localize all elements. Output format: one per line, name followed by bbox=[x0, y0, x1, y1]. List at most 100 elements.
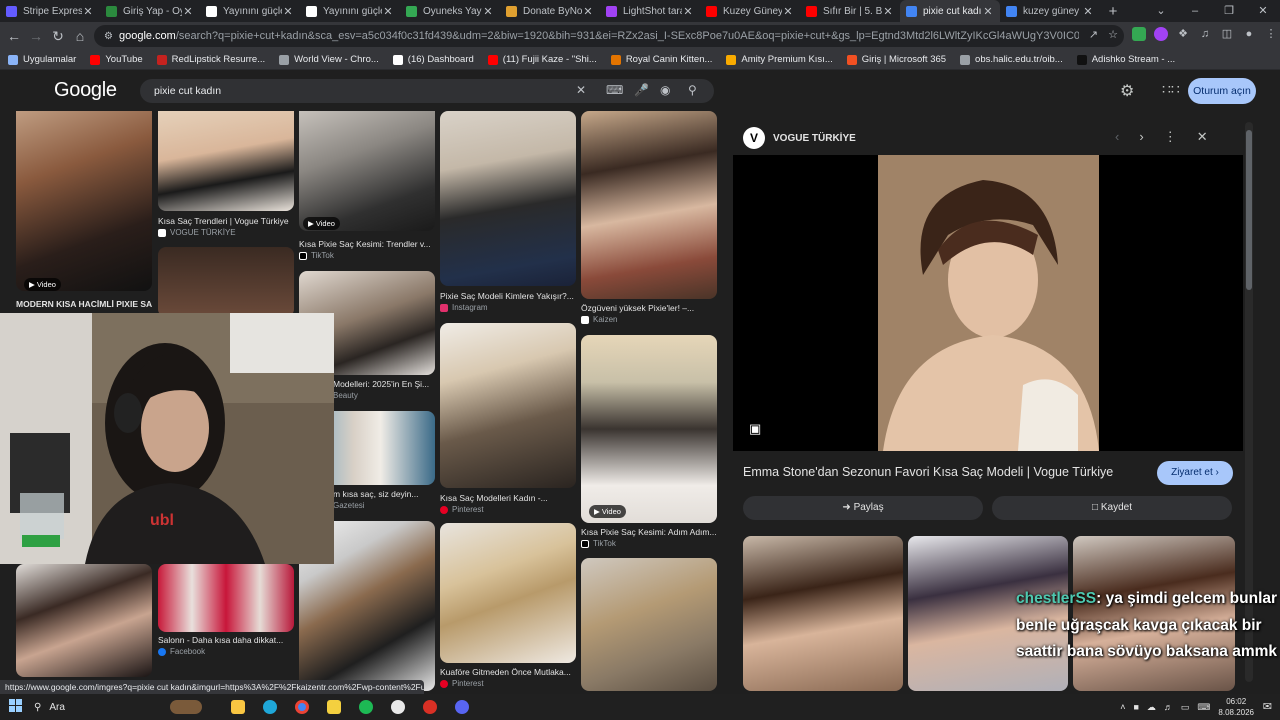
tab-3[interactable]: Yayınını güçlend✕ bbox=[200, 0, 300, 22]
side-panel-icon[interactable]: ◫ bbox=[1220, 27, 1234, 41]
maximize-icon[interactable]: ❐ bbox=[1212, 0, 1246, 22]
keyboard-icon[interactable]: ⌨ bbox=[606, 83, 623, 97]
result-card[interactable]: Kısa Saç Modelleri Kadın -... Pinterest bbox=[440, 323, 576, 514]
taskbar-search[interactable]: ⚲ Ara bbox=[30, 702, 170, 713]
tray-network-icon[interactable]: ☁ bbox=[1147, 702, 1156, 713]
extension-purple-icon[interactable] bbox=[1154, 27, 1168, 41]
result-card[interactable]: ▶ Video Kısa Pixie Saç Kesimi: Trendler … bbox=[299, 111, 435, 266]
lens-icon[interactable]: ◉ bbox=[660, 83, 670, 97]
sign-in-button[interactable]: Oturum açın bbox=[1188, 78, 1256, 104]
tray-chevron-icon[interactable]: ˄ bbox=[1120, 702, 1125, 712]
bookmark-item[interactable]: Amity Premium Kısı... bbox=[726, 54, 833, 65]
result-card[interactable] bbox=[581, 558, 717, 691]
tab-5[interactable]: Oyuneks Yayınc✕ bbox=[400, 0, 500, 22]
google-logo[interactable]: Google bbox=[54, 79, 117, 102]
result-image[interactable] bbox=[581, 335, 717, 523]
tab-9[interactable]: Sıfır Bir | 5. Bölü✕ bbox=[800, 0, 900, 22]
bookmark-item[interactable]: World View - Chro... bbox=[279, 54, 379, 65]
window-close-icon[interactable]: ✕ bbox=[1246, 0, 1280, 22]
tab-7[interactable]: LightShot tarafı✕ bbox=[600, 0, 700, 22]
search-icon[interactable]: ⚲ bbox=[688, 83, 697, 97]
result-card[interactable]: Salonn - Daha kısa daha dikkat... Facebo… bbox=[158, 564, 294, 664]
more-vert-icon[interactable]: ⋮ bbox=[1164, 129, 1177, 145]
result-card[interactable]: Kuaföre Gitmeden Önce Mutlaka... Pintere… bbox=[440, 523, 576, 691]
preview-title[interactable]: Emma Stone'dan Sezonun Favori Kısa Saç M… bbox=[743, 465, 1113, 479]
result-title[interactable]: m kısa saç, siz deyin... bbox=[333, 489, 435, 499]
lens-search-icon[interactable]: ▣ bbox=[749, 421, 761, 437]
visit-button[interactable]: Ziyaret et › bbox=[1157, 461, 1233, 485]
address-bar[interactable]: ⚙ google.com/search?q=pixie+cut+kadın&sc… bbox=[94, 25, 1124, 47]
preview-image[interactable] bbox=[733, 155, 1243, 451]
bookmark-item[interactable]: RedLipstick Resurre... bbox=[156, 54, 265, 65]
close-icon[interactable]: ✕ bbox=[1197, 129, 1208, 145]
tab-close-icon[interactable]: ✕ bbox=[982, 5, 994, 18]
notes-icon[interactable] bbox=[318, 700, 350, 714]
task-view-icon[interactable] bbox=[170, 700, 202, 714]
tab-8[interactable]: Kuzey Güney 4.✕ bbox=[700, 0, 800, 22]
result-title[interactable]: Kısa Saç Trendleri | Vogue Türkiye bbox=[158, 216, 294, 226]
app-red-icon[interactable] bbox=[414, 700, 446, 714]
file-explorer-icon[interactable] bbox=[222, 700, 254, 714]
result-image[interactable] bbox=[440, 111, 576, 286]
spotify-icon[interactable] bbox=[350, 700, 382, 714]
result-image[interactable] bbox=[158, 111, 294, 211]
back-icon[interactable]: ← bbox=[3, 28, 25, 44]
tray-app-icon[interactable]: ■ bbox=[1133, 702, 1138, 712]
result-title[interactable]: Kuaföre Gitmeden Önce Mutlaka... bbox=[440, 667, 576, 677]
bookmark-item[interactable]: YouTube bbox=[90, 54, 143, 65]
windows-start-icon[interactable] bbox=[0, 699, 30, 715]
edge-icon[interactable] bbox=[254, 700, 286, 714]
tab-11[interactable]: kuzey güney - G✕ bbox=[1000, 0, 1100, 22]
extension-shield-icon[interactable] bbox=[1132, 27, 1146, 41]
clear-icon[interactable]: ✕ bbox=[576, 83, 586, 97]
notifications-icon[interactable]: ✉ bbox=[1263, 700, 1272, 713]
bookmark-item[interactable]: (11) Fujii Kaze - "Shi... bbox=[487, 54, 597, 65]
chevron-left-icon[interactable]: ‹ bbox=[1115, 129, 1119, 145]
bookmark-item[interactable]: Uygulamalar bbox=[8, 54, 76, 65]
tab-1[interactable]: Stripe Express ✕ bbox=[0, 0, 100, 22]
result-image[interactable] bbox=[16, 564, 152, 677]
panel-source[interactable]: V VOGUE TÜRKİYE bbox=[743, 127, 856, 149]
result-image[interactable] bbox=[158, 564, 294, 632]
result-card[interactable]: ▶ Video Kısa Pixie Saç Kesimi: Adım Adım… bbox=[581, 335, 717, 550]
forward-icon[interactable]: → bbox=[25, 28, 47, 44]
tab-6[interactable]: Donate ByNoGa✕ bbox=[500, 0, 600, 22]
tab-close-icon[interactable]: ✕ bbox=[582, 5, 594, 18]
result-image[interactable] bbox=[158, 247, 294, 317]
tab-close-icon[interactable]: ✕ bbox=[482, 5, 494, 18]
tab-close-icon[interactable]: ✕ bbox=[82, 5, 94, 18]
result-title[interactable]: Özgüveni yüksek Pixie'ler! –... bbox=[581, 303, 717, 313]
result-card[interactable]: Özgüveni yüksek Pixie'ler! –... Kaizen bbox=[581, 111, 717, 329]
result-image[interactable] bbox=[440, 523, 576, 663]
tab-close-icon[interactable]: ✕ bbox=[182, 5, 194, 18]
result-image[interactable] bbox=[581, 111, 717, 299]
browser-menu-icon[interactable]: ⋮ bbox=[1264, 27, 1278, 41]
address-url[interactable]: google.com/search?q=pixie+cut+kadın&sca_… bbox=[119, 30, 1079, 42]
result-image[interactable] bbox=[581, 558, 717, 691]
tab-close-icon[interactable]: ✕ bbox=[682, 5, 694, 18]
volume-icon[interactable]: ♬ bbox=[1164, 702, 1173, 712]
new-tab-button[interactable]: + bbox=[1100, 3, 1126, 20]
result-card[interactable] bbox=[158, 247, 294, 317]
result-title[interactable]: Modelleri: 2025'in En Şi... bbox=[333, 379, 435, 389]
tab-close-icon[interactable]: ✕ bbox=[782, 5, 794, 18]
tab-2[interactable]: Giriş Yap - Oyun✕ bbox=[100, 0, 200, 22]
home-icon[interactable]: ⌂ bbox=[69, 28, 91, 44]
scrollbar-thumb[interactable] bbox=[1246, 130, 1252, 290]
tab-close-icon[interactable]: ✕ bbox=[282, 5, 294, 18]
extensions-puzzle-icon[interactable]: ❖ bbox=[1176, 27, 1190, 41]
bookmark-item[interactable]: obs.halic.edu.tr/oib... bbox=[960, 54, 1063, 65]
result-image[interactable] bbox=[440, 323, 576, 488]
result-title[interactable]: Kısa Pixie Saç Kesimi: Trendler v... bbox=[299, 239, 435, 249]
bookmark-item[interactable]: (16) Dashboard bbox=[392, 54, 474, 65]
profile-icon[interactable]: ● bbox=[1242, 27, 1256, 41]
search-box[interactable]: pixie cut kadın ✕ ⌨ 🎤 ◉ ⚲ bbox=[140, 79, 714, 103]
bookmark-item[interactable]: Giriş | Microsoft 365 bbox=[846, 54, 946, 65]
clock[interactable]: 06:02 8.08.2026 bbox=[1218, 696, 1254, 718]
result-card[interactable]: ▶ Video MODERN KISA HACİMLİ PIXIE SA... bbox=[16, 111, 152, 311]
result-title[interactable]: Kısa Saç Modelleri Kadın -... bbox=[440, 493, 576, 503]
tab-search-icon[interactable]: ⌄ bbox=[1144, 0, 1178, 22]
bookmark-item[interactable]: Adishko Stream - ... bbox=[1076, 54, 1175, 65]
save-button[interactable]: □ Kaydet bbox=[992, 496, 1232, 520]
tab-4[interactable]: Yayınını güçlend✕ bbox=[300, 0, 400, 22]
